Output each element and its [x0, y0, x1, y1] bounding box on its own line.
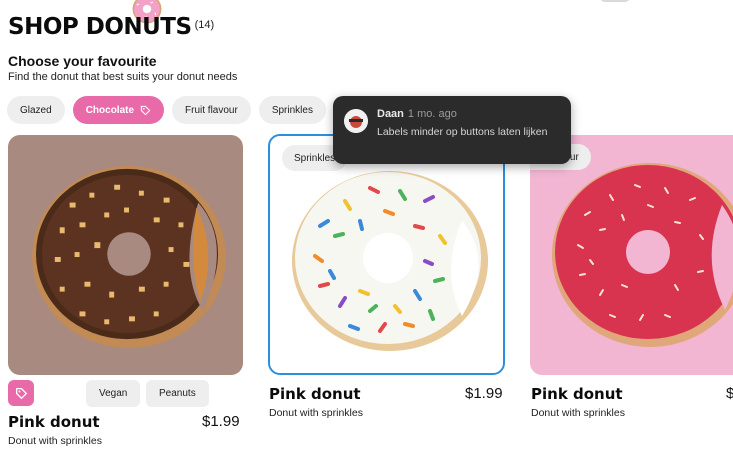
filter-bar: Glazed Chocolate Fruit flavour Sprinkles: [7, 96, 326, 124]
product-price: $1.99: [465, 385, 503, 402]
donut-image: [552, 163, 733, 347]
donut-image: [32, 165, 226, 349]
filter-chip-glazed[interactable]: Glazed: [7, 96, 65, 124]
avatar: [344, 109, 368, 133]
comment-author: Daan 1 mo. ago: [377, 108, 457, 120]
section-subtitle: Choose your favourite: [8, 53, 157, 69]
tag-icon: [140, 105, 151, 115]
product-image-fruit[interactable]: Fruit flavour: [530, 135, 733, 375]
page-header: SHOP DONUTS (14): [8, 14, 214, 40]
product-name: Pink donut: [269, 385, 361, 403]
filter-chip-chocolate[interactable]: Chocolate: [72, 96, 165, 124]
product-tag-peanuts[interactable]: Peanuts: [146, 380, 209, 407]
product-image-chocolate[interactable]: [8, 135, 243, 375]
product-description: Donut with sprinkles: [269, 407, 363, 419]
donut-image: [292, 171, 488, 351]
product-name: Pink donut: [531, 385, 623, 403]
comment-popover[interactable]: Daan 1 mo. ago Labels minder op buttons l…: [333, 96, 571, 164]
tag-icon: [15, 387, 27, 399]
product-image-sprinkles[interactable]: Sprinkles: [268, 134, 505, 375]
product-description: Donut with sprinkles: [531, 407, 625, 419]
product-tag-vegan[interactable]: Vegan: [86, 380, 141, 407]
product-price: $1.99: [202, 413, 240, 430]
filter-chip-sprinkles[interactable]: Sprinkles: [258, 96, 326, 124]
product-price: $: [726, 385, 733, 402]
category-tag-button[interactable]: [8, 380, 34, 406]
product-count: (14): [194, 19, 215, 31]
page-title: SHOP DONUTS: [8, 14, 192, 40]
comment-text: Labels minder op buttons laten lijken: [377, 126, 548, 138]
filter-chip-fruit-flavour[interactable]: Fruit flavour: [172, 96, 251, 124]
product-name: Pink donut: [8, 413, 100, 431]
section-description: Find the donut that best suits your donu…: [8, 71, 238, 83]
comment-timestamp: 1 mo. ago: [407, 108, 457, 120]
product-description: Donut with sprinkles: [8, 435, 102, 447]
cropped-element: [598, 0, 632, 2]
